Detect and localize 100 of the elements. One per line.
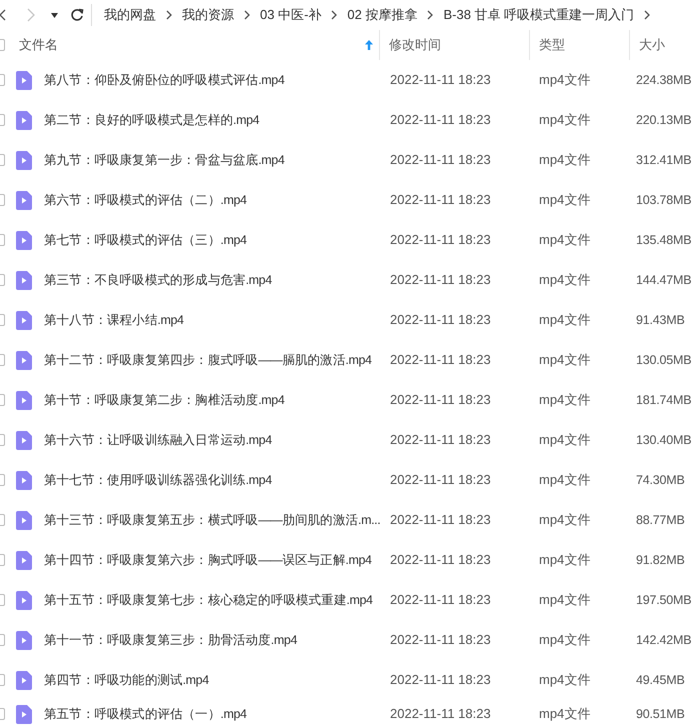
row-checkbox[interactable]	[0, 234, 5, 246]
file-name[interactable]: 第十一节：呼吸康复第三步：肋骨活动度.mp4	[44, 633, 297, 648]
row-checkbox[interactable]	[0, 674, 5, 686]
row-checkbox[interactable]	[0, 554, 5, 566]
breadcrumb-link[interactable]: 我的资源	[182, 5, 234, 25]
file-name[interactable]: 第五节：呼吸模式的评估（一）.mp4	[44, 707, 247, 722]
file-name[interactable]: 第十七节：使用呼吸训练器强化训练.mp4	[44, 473, 272, 488]
file-name[interactable]: 第十二节：呼吸康复第四步：腹式呼吸——膈肌的激活.mp4	[44, 353, 372, 368]
video-file-icon	[16, 390, 32, 410]
video-file-icon	[16, 190, 32, 210]
modified-time: 2022-11-11 18:23	[390, 192, 491, 208]
file-type: mp4文件	[539, 672, 590, 688]
file-size: 197.50MB	[636, 593, 692, 608]
video-file-icon	[16, 310, 32, 330]
file-name[interactable]: 第十八节：课程小结.mp4	[44, 313, 184, 328]
breadcrumb-link[interactable]: 03 中医-补	[260, 5, 322, 25]
row-checkbox[interactable]	[0, 634, 5, 646]
row-checkbox[interactable]	[0, 194, 5, 206]
row-checkbox[interactable]	[0, 474, 5, 486]
file-size: 91.43MB	[636, 313, 685, 328]
breadcrumb-link[interactable]: 02 按摩推拿	[347, 5, 418, 25]
file-name[interactable]: 第九节：呼吸康复第一步：骨盆与盆底.mp4	[44, 153, 284, 168]
row-checkbox[interactable]	[0, 708, 5, 720]
file-size: 144.47MB	[636, 273, 692, 288]
file-size: 88.77MB	[636, 513, 685, 528]
row-checkbox[interactable]	[0, 434, 5, 446]
row-checkbox[interactable]	[0, 154, 5, 166]
breadcrumb-link[interactable]: B-38 甘卓 呼吸模式重建一周入门	[443, 5, 634, 25]
modified-time: 2022-11-11 18:23	[390, 232, 491, 248]
file-name[interactable]: 第十四节：呼吸康复第六步：胸式呼吸——误区与正解.mp4	[44, 553, 372, 568]
row-checkbox[interactable]	[0, 354, 5, 366]
breadcrumb-link[interactable]: 我的网盘	[104, 5, 156, 25]
file-name[interactable]: 第十三节：呼吸康复第五步：横式呼吸——肋间肌的激活.m...	[44, 513, 380, 528]
video-file-icon	[16, 550, 32, 570]
file-type: mp4文件	[539, 706, 590, 722]
file-name[interactable]: 第三节：不良呼吸模式的形成与危害.mp4	[44, 273, 272, 288]
video-file-icon	[16, 670, 32, 690]
file-size: 130.05MB	[636, 353, 692, 368]
column-header[interactable]: 大小	[639, 35, 665, 55]
chevron-icon	[331, 10, 338, 20]
row-checkbox[interactable]	[0, 114, 5, 126]
column-header[interactable]: 修改时间	[389, 35, 441, 55]
video-file-icon	[16, 430, 32, 450]
file-name[interactable]: 第八节：仰卧及俯卧位的呼吸模式评估.mp4	[44, 73, 284, 88]
row-checkbox[interactable]	[0, 274, 5, 286]
video-file-icon	[16, 270, 32, 290]
chevron-icon	[427, 10, 434, 20]
refresh-icon[interactable]	[70, 8, 84, 22]
column-header[interactable]: 类型	[539, 35, 565, 55]
modified-time: 2022-11-11 18:23	[390, 352, 491, 368]
file-type: mp4文件	[539, 512, 590, 528]
file-type: mp4文件	[539, 192, 590, 208]
dropdown-icon[interactable]	[51, 12, 58, 18]
file-type: mp4文件	[539, 432, 590, 448]
file-type: mp4文件	[539, 112, 590, 128]
back-icon[interactable]	[0, 9, 6, 21]
file-type: mp4文件	[539, 152, 590, 168]
file-size: 142.42MB	[636, 633, 692, 648]
file-name[interactable]: 第四节：呼吸功能的测试.mp4	[44, 673, 209, 688]
file-name[interactable]: 第七节：呼吸模式的评估（三）.mp4	[44, 233, 247, 248]
column-header[interactable]: 文件名	[19, 35, 58, 55]
video-file-icon	[16, 630, 32, 650]
file-size: 312.41MB	[636, 153, 692, 168]
file-size: 103.78MB	[636, 193, 692, 208]
file-type: mp4文件	[539, 312, 590, 328]
row-checkbox[interactable]	[0, 314, 5, 326]
file-name[interactable]: 第六节：呼吸模式的评估（二）.mp4	[44, 193, 247, 208]
video-file-icon	[16, 110, 32, 130]
video-file-icon	[16, 704, 32, 724]
modified-time: 2022-11-11 18:23	[390, 432, 491, 448]
file-name[interactable]: 第二节：良好的呼吸模式是怎样的.mp4	[44, 113, 260, 128]
file-type: mp4文件	[539, 592, 590, 608]
file-size: 130.40MB	[636, 433, 692, 448]
file-type: mp4文件	[539, 72, 590, 88]
chevron-icon	[244, 10, 250, 20]
file-size: 91.82MB	[636, 553, 685, 568]
sort-arrow-icon[interactable]	[365, 40, 373, 50]
modified-time: 2022-11-11 18:23	[390, 112, 491, 128]
row-checkbox[interactable]	[0, 394, 5, 406]
row-checkbox[interactable]	[0, 74, 5, 86]
video-file-icon	[16, 70, 32, 90]
row-checkbox[interactable]	[0, 514, 5, 526]
modified-time: 2022-11-11 18:23	[390, 672, 491, 688]
file-size: 220.13MB	[636, 113, 692, 128]
file-name[interactable]: 第十六节：让呼吸训练融入日常运动.mp4	[44, 433, 272, 448]
file-name[interactable]: 第十节：呼吸康复第二步：胸椎活动度.mp4	[44, 393, 284, 408]
modified-time: 2022-11-11 18:23	[390, 592, 491, 608]
modified-time: 2022-11-11 18:23	[390, 272, 491, 288]
file-size: 49.45MB	[636, 673, 685, 688]
video-file-icon	[16, 470, 32, 490]
file-type: mp4文件	[539, 392, 590, 408]
file-name[interactable]: 第十五节：呼吸康复第七步：核心稳定的呼吸模式重建.mp4	[44, 593, 373, 608]
modified-time: 2022-11-11 18:23	[390, 312, 491, 328]
modified-time: 2022-11-11 18:23	[390, 632, 491, 648]
select-all-checkbox[interactable]	[0, 39, 5, 51]
video-file-icon	[16, 350, 32, 370]
modified-time: 2022-11-11 18:23	[390, 512, 491, 528]
file-type: mp4文件	[539, 632, 590, 648]
row-checkbox[interactable]	[0, 594, 5, 606]
modified-time: 2022-11-11 18:23	[390, 552, 491, 568]
